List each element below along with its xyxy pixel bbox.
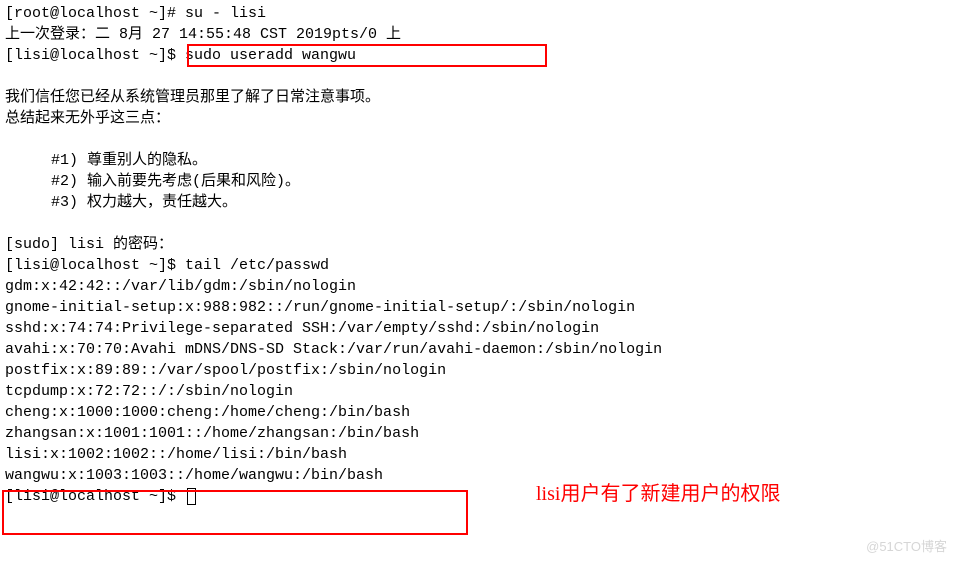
annotation-text: lisi用户有了新建用户的权限: [536, 484, 780, 505]
terminal-output-line: [lisi@localhost ~]$ sudo useradd wangwu: [5, 45, 952, 66]
terminal-output-line: #1) 尊重别人的隐私。: [5, 150, 952, 171]
terminal-output-line: gnome-initial-setup:x:988:982::/run/gnom…: [5, 297, 952, 318]
watermark-text: @51CTO博客: [866, 536, 947, 557]
terminal-output-line: 我们信任您已经从系统管理员那里了解了日常注意事项。: [5, 87, 952, 108]
terminal-output-line: [root@localhost ~]# su - lisi: [5, 3, 952, 24]
terminal-output-line: [sudo] lisi 的密码：: [5, 234, 952, 255]
terminal-output-line: #2) 输入前要先考虑(后果和风险)。: [5, 171, 952, 192]
terminal-output-line: wangwu:x:1003:1003::/home/wangwu:/bin/ba…: [5, 465, 952, 486]
terminal-output-line: [lisi@localhost ~]$ tail /etc/passwd: [5, 255, 952, 276]
terminal-prompt-line[interactable]: [lisi@localhost ~]$: [5, 486, 952, 507]
terminal-output-line: cheng:x:1000:1000:cheng:/home/cheng:/bin…: [5, 402, 952, 423]
terminal-output-line: 上一次登录：二 8月 27 14:55:48 CST 2019pts/0 上: [5, 24, 952, 45]
terminal-output-line: lisi:x:1002:1002::/home/lisi:/bin/bash: [5, 444, 952, 465]
cursor-icon: [187, 488, 196, 505]
terminal-output-line: sshd:x:74:74:Privilege-separated SSH:/va…: [5, 318, 952, 339]
terminal-output-line: zhangsan:x:1001:1001::/home/zhangsan:/bi…: [5, 423, 952, 444]
terminal-output-line: avahi:x:70:70:Avahi mDNS/DNS-SD Stack:/v…: [5, 339, 952, 360]
blank-line: [5, 213, 952, 234]
blank-line: [5, 66, 952, 87]
terminal-output-line: tcpdump:x:72:72::/:/sbin/nologin: [5, 381, 952, 402]
terminal-output-line: 总结起来无外乎这三点：: [5, 108, 952, 129]
blank-line: [5, 129, 952, 150]
terminal-output-line: postfix:x:89:89::/var/spool/postfix:/sbi…: [5, 360, 952, 381]
terminal-output-line: #3) 权力越大，责任越大。: [5, 192, 952, 213]
terminal-output-line: gdm:x:42:42::/var/lib/gdm:/sbin/nologin: [5, 276, 952, 297]
terminal-prompt-text: [lisi@localhost ~]$: [5, 488, 185, 505]
